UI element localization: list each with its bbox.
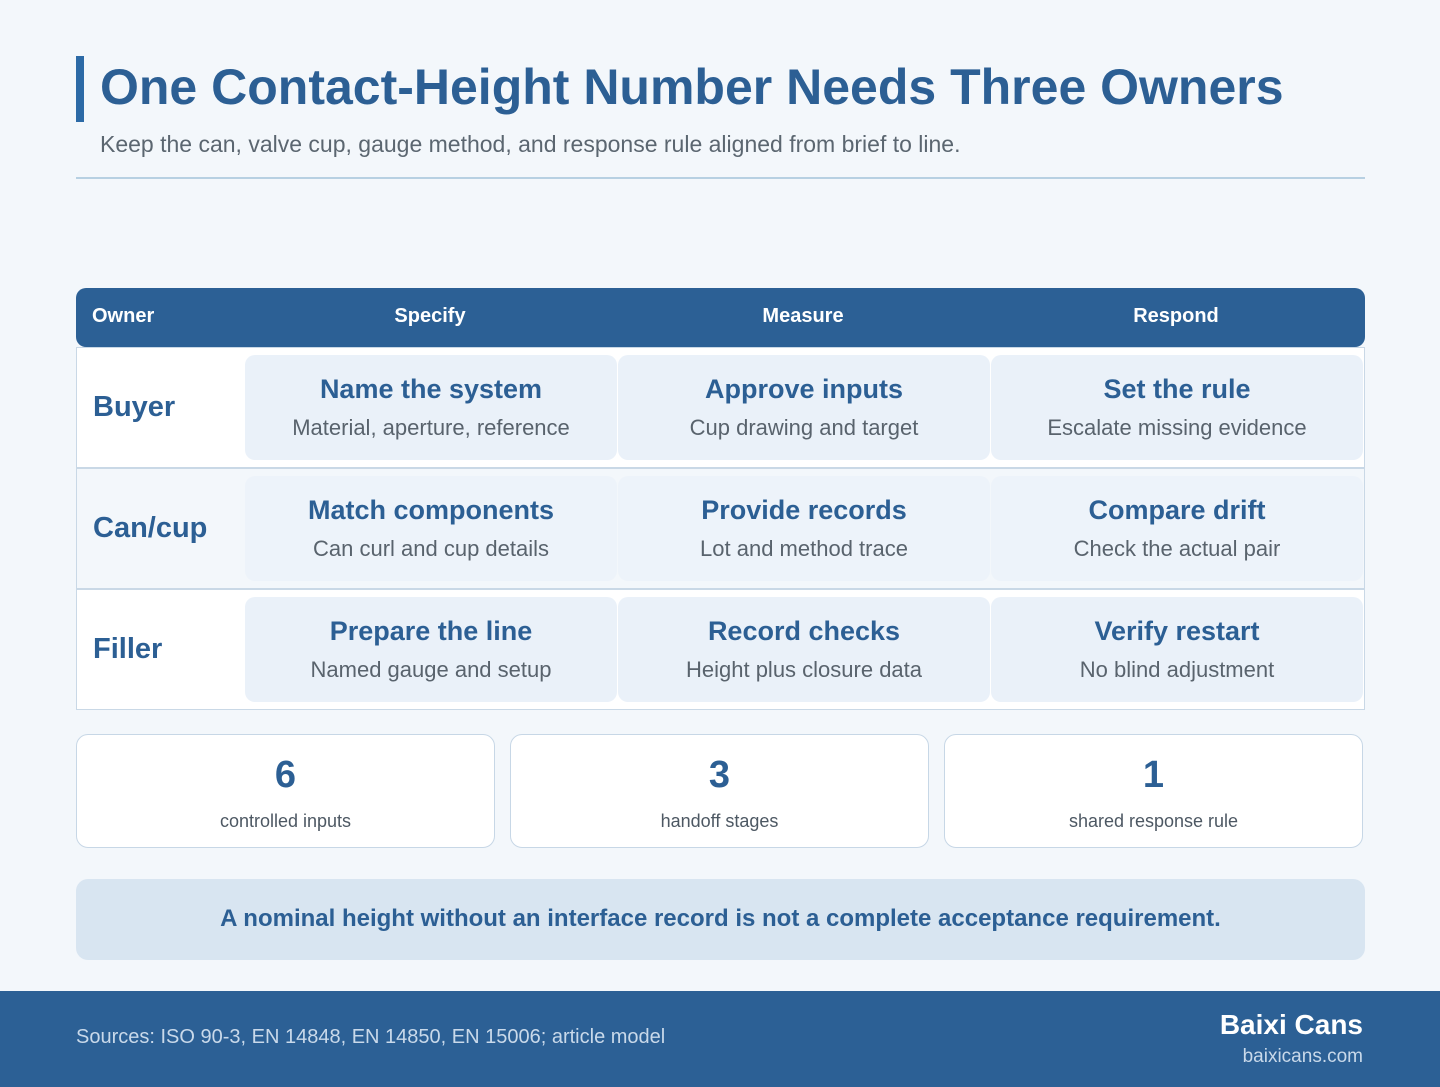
stat-card-handoff-stages: 3 handoff stages	[510, 734, 929, 848]
cell-buyer-measure: Approve inputs Cup drawing and target	[618, 355, 990, 460]
cell-filler-measure: Record checks Height plus closure data	[618, 597, 990, 702]
column-header-specify: Specify	[394, 305, 466, 327]
cell-title: Match components	[307, 495, 555, 525]
cell-description: Lot and method trace	[700, 536, 908, 561]
page-title: One Contact-Height Number Needs Three Ow…	[100, 59, 1284, 115]
title-accent-bar	[76, 56, 84, 122]
page-subtitle: Keep the can, valve cup, gauge method, a…	[100, 131, 961, 157]
table-header: Owner Specify Measure Respond	[76, 288, 1365, 347]
cell-title: Verify restart	[1094, 616, 1260, 646]
column-header-measure: Measure	[762, 305, 844, 327]
cell-can-cup-specify: Match components Can curl and cup detail…	[245, 476, 617, 581]
stat-value: 6	[274, 754, 297, 796]
cell-title: Approve inputs	[704, 374, 903, 404]
cell-filler-respond: Verify restart No blind adjustment	[991, 597, 1363, 702]
stat-card-controlled-inputs: 6 controlled inputs	[76, 734, 495, 848]
brand-website: baixicans.com	[1242, 1046, 1363, 1067]
table-row-filler: Filler Prepare the line Named gauge and …	[76, 589, 1365, 710]
column-header-owner: Owner	[92, 305, 155, 327]
cell-can-cup-respond: Compare drift Check the actual pair	[991, 476, 1363, 581]
cell-title: Record checks	[707, 616, 901, 646]
cell-can-cup-measure: Provide records Lot and method trace	[618, 476, 990, 581]
stat-value: 1	[1142, 754, 1165, 796]
cell-description: Escalate missing evidence	[1047, 415, 1307, 440]
footer: Sources: ISO 90-3, EN 14848, EN 14850, E…	[0, 991, 1440, 1087]
cell-description: Check the actual pair	[1073, 536, 1281, 561]
cell-description: Material, aperture, reference	[292, 415, 570, 440]
sources-note: Sources: ISO 90-3, EN 14848, EN 14850, E…	[76, 1026, 666, 1048]
cell-buyer-specify: Name the system Material, aperture, refe…	[245, 355, 617, 460]
cell-title: Compare drift	[1088, 495, 1266, 525]
cell-description: Can curl and cup details	[312, 536, 550, 561]
cell-title: Prepare the line	[329, 616, 533, 646]
header-divider	[76, 177, 1365, 179]
stat-label: shared response rule	[1068, 811, 1239, 831]
stat-label: controlled inputs	[219, 811, 352, 831]
cell-filler-specify: Prepare the line Named gauge and setup	[245, 597, 617, 702]
cell-buyer-respond: Set the rule Escalate missing evidence	[991, 355, 1363, 460]
stat-card-shared-response-rule: 1 shared response rule	[944, 734, 1363, 848]
cell-title: Name the system	[319, 374, 543, 404]
key-takeaway-callout: A nominal height without an interface re…	[76, 879, 1365, 960]
cell-description: Cup drawing and target	[689, 415, 919, 440]
cell-description: Named gauge and setup	[310, 657, 552, 682]
cell-description: No blind adjustment	[1079, 657, 1275, 682]
row-owner-label: Can/cup	[93, 512, 208, 544]
table-row-can-cup: Can/cup Match components Can curl and cu…	[76, 468, 1365, 589]
cell-title: Set the rule	[1103, 374, 1251, 404]
cell-title: Provide records	[701, 495, 907, 525]
stat-value: 3	[708, 754, 731, 796]
column-header-respond: Respond	[1133, 305, 1219, 327]
row-owner-label: Filler	[93, 633, 163, 665]
row-owner-label: Buyer	[93, 391, 176, 423]
brand-name: Baixi Cans	[1219, 1009, 1363, 1040]
table-row-buyer: Buyer Name the system Material, aperture…	[76, 347, 1365, 468]
stat-label: handoff stages	[660, 811, 779, 831]
cell-description: Height plus closure data	[685, 657, 923, 682]
